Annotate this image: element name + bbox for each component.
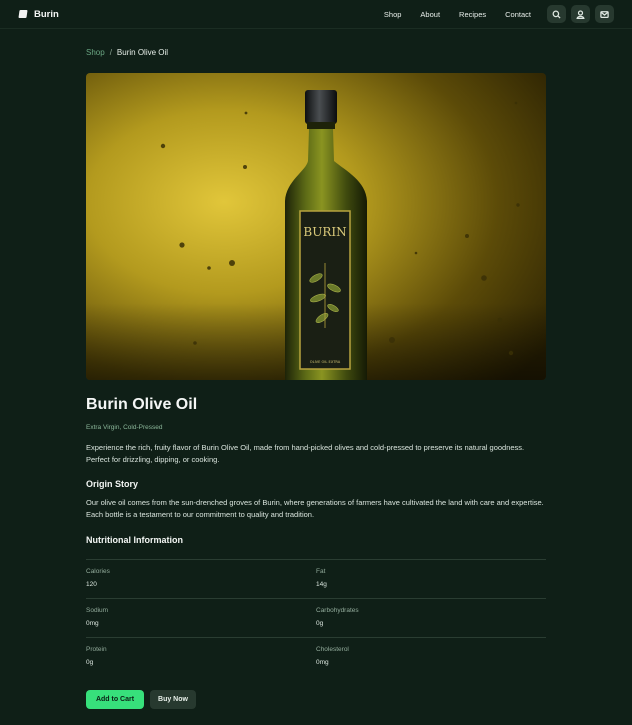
search-icon [552, 10, 561, 19]
header-icon-buttons [547, 5, 614, 23]
nav-link-shop[interactable]: Shop [384, 10, 402, 19]
nutrition-cell-calories: Calories 120 [86, 568, 316, 598]
nutrition-value: 0mg [86, 620, 99, 627]
nutrition-label: Calories [86, 568, 110, 575]
search-button[interactable] [547, 5, 566, 23]
breadcrumb-shop-link[interactable]: Shop [86, 48, 105, 57]
product-subtitle: Extra Virgin, Cold-Pressed [86, 424, 163, 431]
nutrition-value: 0g [316, 620, 324, 627]
nutrition-cell-carbohydrates: Carbohydrates 0g [316, 607, 546, 637]
nutrition-cell-sodium: Sodium 0mg [86, 607, 316, 637]
brand-name: Burin [34, 8, 59, 20]
product-actions: Add to Cart Buy Now [86, 690, 546, 709]
site-header: Burin Shop About Recipes Contact [0, 0, 632, 29]
nutrition-value: 120 [86, 581, 97, 588]
nutrition-heading: Nutritional Information [86, 535, 183, 545]
breadcrumb-current: Burin Olive Oil [116, 48, 169, 57]
nutrition-label: Cholesterol [316, 646, 349, 653]
buy-now-button[interactable]: Buy Now [150, 690, 196, 709]
bottle-label-small: OLIVE OIL EXTRA [310, 360, 341, 364]
nav-link-about[interactable]: About [420, 10, 440, 19]
nutrition-row: Sodium 0mg Carbohydrates 0g [86, 598, 546, 637]
nav-link-recipes[interactable]: Recipes [459, 10, 486, 19]
nutrition-value: 0mg [316, 659, 329, 666]
nutrition-row: Protein 0g Cholesterol 0mg [86, 637, 546, 676]
user-icon [576, 9, 585, 19]
account-button[interactable] [571, 5, 590, 23]
bottle-label-text: BURIN [303, 225, 346, 239]
nutrition-label: Carbohydrates [316, 607, 359, 614]
nutrition-label: Fat [316, 568, 326, 575]
nutrition-row: Calories 120 Fat 14g [86, 559, 546, 598]
breadcrumb: Shop / Burin Olive Oil [86, 29, 546, 57]
product-description: Experience the rich, fruity flavor of Bu… [86, 443, 525, 464]
product-page: Shop / Burin Olive Oil BURIN OLIVE OIL E… [0, 29, 632, 709]
product-image: BURIN OLIVE OIL EXTRA [86, 73, 546, 380]
nutrition-cell-cholesterol: Cholesterol 0mg [316, 646, 546, 676]
mail-button[interactable] [595, 5, 614, 23]
brand[interactable]: Burin [18, 8, 59, 20]
product-title: Burin Olive Oil [86, 396, 198, 413]
mail-icon [600, 10, 609, 18]
nutrition-value: 0g [86, 659, 94, 666]
nutrition-cell-protein: Protein 0g [86, 646, 316, 676]
breadcrumb-separator: / [109, 48, 112, 57]
nutrition-label: Sodium [86, 607, 109, 614]
nav-right: Shop About Recipes Contact [384, 5, 614, 23]
nav-link-contact[interactable]: Contact [505, 10, 531, 19]
nutrition-label: Protein [86, 646, 107, 653]
origin-story-text: Our olive oil comes from the sun-drenche… [86, 498, 544, 519]
nutrition-table: Calories 120 Fat 14g Sodium 0mg Carbohyd… [86, 559, 546, 676]
origin-story-heading: Origin Story [86, 479, 139, 489]
nutrition-value: 14g [316, 581, 327, 588]
logo-icon [18, 10, 28, 18]
add-to-cart-button[interactable]: Add to Cart [86, 690, 144, 709]
main-nav: Shop About Recipes Contact [384, 10, 531, 19]
nutrition-cell-fat: Fat 14g [316, 568, 546, 598]
